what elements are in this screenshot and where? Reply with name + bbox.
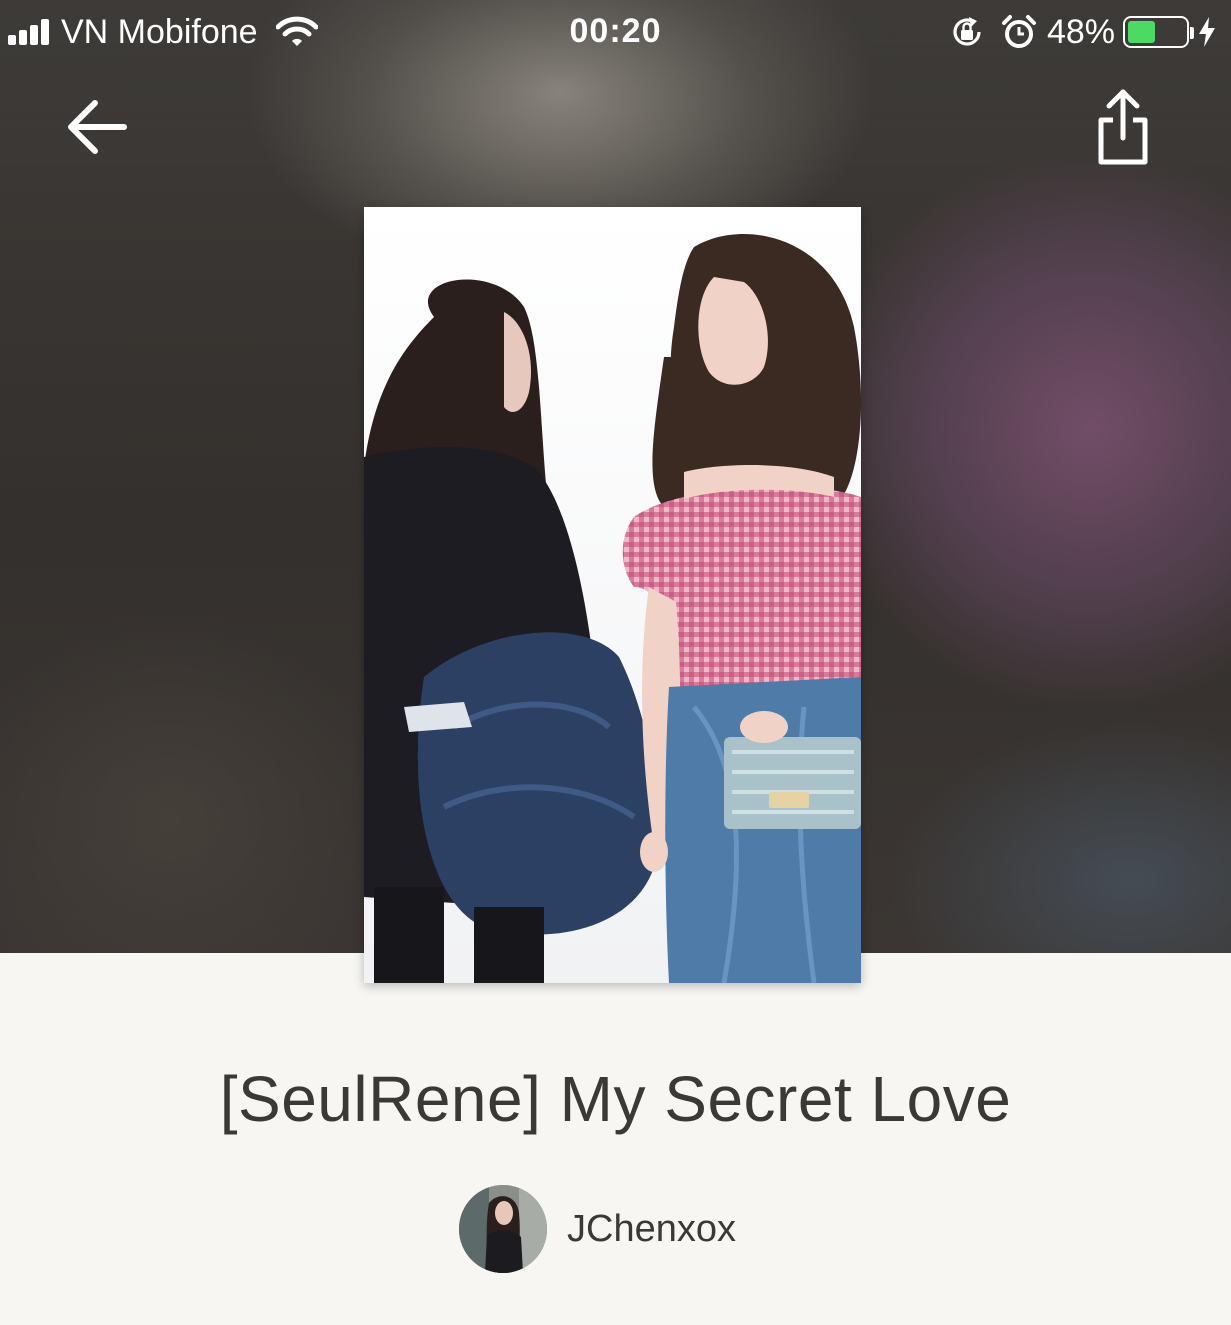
story-cover-image[interactable]: [364, 207, 861, 983]
author-row[interactable]: JChenxox: [0, 1185, 1231, 1273]
share-icon[interactable]: [1092, 88, 1154, 168]
battery-level: [1128, 21, 1155, 43]
status-right: 48%: [949, 10, 1217, 54]
battery-icon: [1123, 16, 1194, 48]
charging-icon: [1199, 17, 1215, 47]
battery-cap: [1190, 27, 1194, 39]
story-details-screen: VN Mobifone 00:20 48% [SeulRene] My Secr…: [0, 0, 1231, 1325]
avatar-photo: [459, 1185, 547, 1273]
author-avatar[interactable]: [459, 1185, 547, 1273]
story-title: [SeulRene] My Secret Love: [219, 1063, 1012, 1135]
author-name[interactable]: JChenxox: [567, 1208, 736, 1251]
rotation-lock-icon: [953, 17, 981, 46]
status-bar: VN Mobifone 00:20 48%: [0, 0, 1231, 64]
back-arrow-icon[interactable]: [62, 92, 132, 162]
cover-photo: [364, 207, 861, 983]
battery-percent: 48%: [1046, 12, 1115, 51]
alarm-icon: [1001, 15, 1036, 48]
